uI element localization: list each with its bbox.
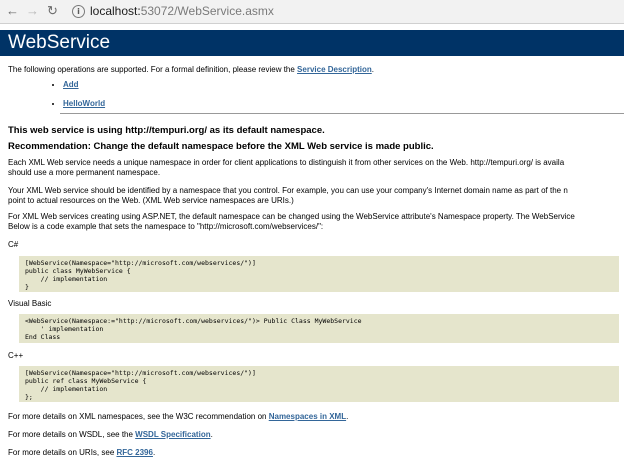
back-arrow-icon[interactable]: ← <box>6 3 19 19</box>
paragraph-line: For XML Web services creating using ASP.… <box>8 212 575 221</box>
language-label-csharp: C# <box>8 240 19 249</box>
rfc-2396-link[interactable]: RFC 2396 <box>116 448 152 457</box>
page-content: The following operations are supported. … <box>8 62 624 474</box>
more-uri-paragraph: For more details on URIs, see RFC 2396. <box>8 448 155 458</box>
intro-text: The following operations are supported. … <box>8 65 298 74</box>
list-item: Add <box>63 80 105 90</box>
url-path: 53072/WebService.asmx <box>140 4 274 18</box>
period: . <box>210 430 213 439</box>
paragraph-line: Each XML Web service needs a unique name… <box>8 158 565 167</box>
more-wsdl-paragraph: For more details on WSDL, see the WSDL S… <box>8 430 213 440</box>
more-wsdl-text: For more details on WSDL, see the <box>8 430 136 439</box>
url-host: localhost: <box>90 4 141 18</box>
period: . <box>152 448 156 457</box>
page-title: WebService <box>0 30 624 56</box>
intro-end: . <box>371 65 374 74</box>
intro-paragraph: The following operations are supported. … <box>8 65 374 75</box>
more-uri-text: For more details on URIs, see <box>8 448 117 457</box>
operation-link-helloworld[interactable]: HelloWorld <box>63 99 105 108</box>
wsdl-specification-link[interactable]: WSDL Specification <box>135 430 210 439</box>
reload-icon[interactable]: ↻ <box>47 3 58 19</box>
browser-toolbar: ← → ↻ i localhost:53072/WebService.asmx <box>0 0 624 24</box>
more-xml-paragraph: For more details on XML namespaces, see … <box>8 412 348 422</box>
forward-arrow-icon[interactable]: → <box>26 3 39 19</box>
code-block-csharp: [WebService(Namespace="http://microsoft.… <box>19 256 619 292</box>
list-item: HelloWorld <box>63 99 105 109</box>
language-label-cpp: C++ <box>8 351 24 360</box>
divider <box>60 113 624 114</box>
paragraph-line: Below is a code example that sets the na… <box>8 222 324 231</box>
recommendation-heading: Recommendation: Change the default names… <box>8 141 434 152</box>
namespace-heading: This web service is using http://tempuri… <box>8 125 325 136</box>
namespaces-in-xml-link[interactable]: Namespaces in XML <box>269 412 346 421</box>
paragraph-line: Your XML Web service should be identifie… <box>8 186 568 195</box>
paragraph-line: should use a more permanent namespace. <box>8 168 161 177</box>
language-label-vb: Visual Basic <box>8 299 52 308</box>
period: . <box>346 412 349 421</box>
code-block-cpp: [WebService(Namespace="http://microsoft.… <box>19 366 619 402</box>
operation-link-add[interactable]: Add <box>63 80 79 89</box>
service-description-link[interactable]: Service Description <box>297 65 372 74</box>
more-xml-text: For more details on XML namespaces, see … <box>8 412 269 421</box>
info-icon[interactable]: i <box>72 5 85 18</box>
paragraph-line: point to actual resources on the Web. (X… <box>8 196 294 205</box>
code-block-vb: <WebService(Namespace:="http://microsoft… <box>19 314 619 343</box>
address-bar[interactable]: localhost:53072/WebService.asmx <box>90 4 274 19</box>
